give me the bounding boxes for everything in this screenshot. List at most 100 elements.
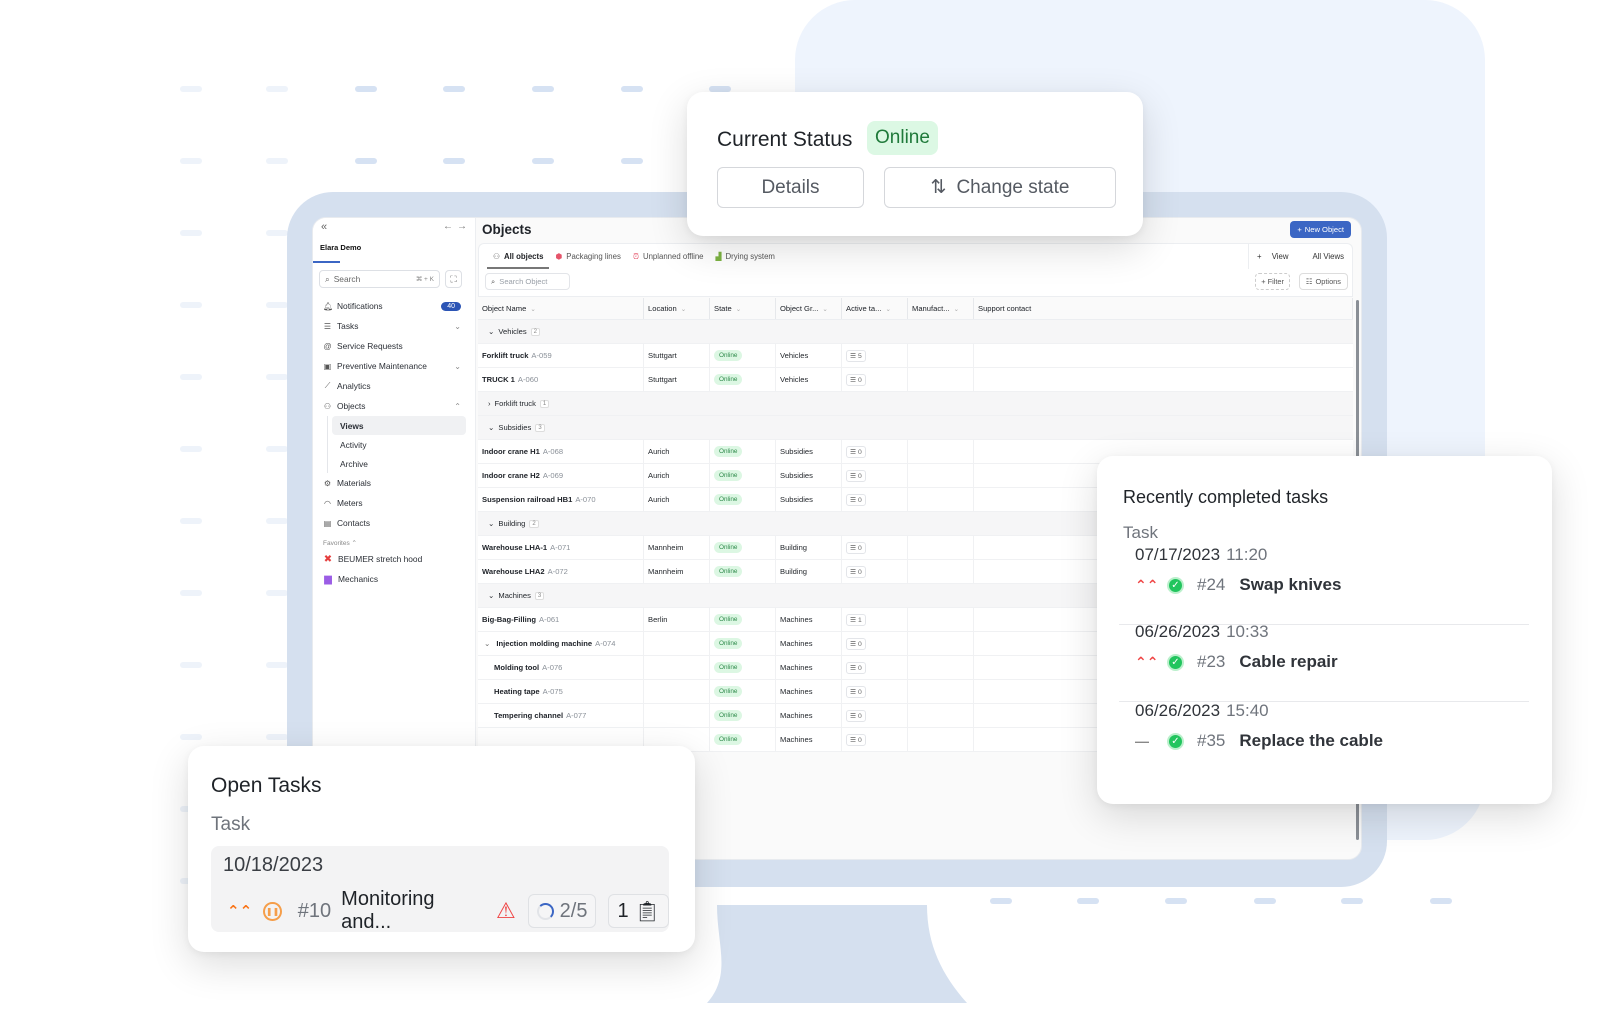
sidebar-item-label: Service Requests — [337, 341, 403, 351]
tab-unplanned-offline[interactable]: ⏰︎ Unplanned offline — [627, 244, 710, 269]
cell-state: Online — [710, 488, 776, 511]
group-count: 2 — [529, 519, 539, 528]
checklist-count: 1 📋︎ — [608, 894, 669, 928]
sidebar-subitem-activity[interactable]: Activity — [332, 435, 466, 454]
sidebar-item-materials[interactable]: ⚙ Materials — [318, 473, 466, 493]
sidebar-subitem-archive[interactable]: Archive — [332, 454, 466, 473]
progress-label: 2/5 — [559, 899, 588, 922]
completed-task-item[interactable]: 07/17/2023 11:20 ⌃⌃ ✓ #24 Swap knives — [1123, 545, 1523, 624]
cell-object-name: Tempering channel A-077 — [478, 704, 644, 727]
tab-drying-system[interactable]: ▟ Drying system — [710, 244, 781, 269]
sidebar-item-preventive-maintenance[interactable]: ▣ Preventive Maintenance ⌄ — [318, 356, 466, 376]
cell-location: Stuttgart — [644, 368, 710, 391]
workspace-name[interactable]: Elara Demo — [320, 243, 361, 252]
priority-medium-icon: ⌃⌃ — [227, 903, 253, 920]
sidebar-item-label: Meters — [337, 498, 363, 508]
details-button[interactable]: Details — [717, 167, 864, 208]
objects-submenu: Views Activity Archive — [327, 416, 466, 473]
cell-location — [644, 656, 710, 679]
back-arrow-icon[interactable]: ← — [443, 221, 453, 232]
task-number: #24 — [1197, 575, 1226, 594]
priority-none-icon: — — [1135, 733, 1149, 749]
active-tasks-count: ☰ 0 — [846, 493, 866, 506]
tasks-icon: ☰ — [850, 568, 857, 576]
chevron-down-icon[interactable]: ⌄ — [484, 639, 490, 648]
active-tasks-count: ☰ 5 — [846, 349, 866, 362]
active-tasks-count: ☰ 0 — [846, 637, 866, 650]
new-object-button[interactable]: + New Object — [1290, 221, 1351, 238]
chevron-down-icon[interactable]: ⌄ — [488, 591, 494, 600]
chevron-right-icon[interactable]: › — [488, 399, 491, 408]
chevron-down-icon[interactable]: ⌄ — [488, 423, 494, 432]
favorite-mechanics[interactable]: ▆ Mechanics — [318, 569, 466, 589]
column-header-active-tasks[interactable]: Active ta... ⌄ — [842, 298, 908, 319]
open-task-item[interactable]: 10/18/2023 ⌃⌃ ❚❚ #10 Monitoring and... ⚠… — [211, 846, 669, 933]
decor-dash — [1077, 898, 1099, 904]
state-badge: Online — [714, 542, 743, 553]
object-search-input[interactable]: ⌕ Search Object — [485, 273, 570, 290]
column-header-support-contact[interactable]: Support contact — [974, 298, 1353, 319]
scan-button[interactable]: ⛶ — [445, 270, 462, 288]
cell-object-name: Warehouse LHA2 A-072 — [478, 560, 644, 583]
favorite-beumer-stretch-hood[interactable]: ✖ BEUMER stretch hood — [318, 549, 466, 569]
group-row[interactable]: › Forklift truck 1 — [478, 392, 1353, 416]
forward-arrow-icon[interactable]: → — [457, 221, 467, 232]
column-header-location[interactable]: Location ⌄ — [644, 298, 710, 319]
collapse-sidebar-icon[interactable]: « — [321, 221, 327, 233]
page-title: Objects — [482, 222, 532, 237]
options-button[interactable]: ☷ Options — [1298, 273, 1348, 290]
table-header: Object Name ⌄ Location ⌄ State ⌄ Object Gr.… — [478, 298, 1353, 320]
sidebar-item-meters[interactable]: ◠ Meters — [318, 493, 466, 513]
table-row[interactable]: Forklift truck A-059 Stuttgart Online Vehicl… — [478, 344, 1353, 368]
clipboard-icon: 📋︎ — [634, 900, 660, 923]
sidebar-item-tasks[interactable]: ☰ Tasks ⌄ — [318, 316, 466, 336]
cell-active-tasks: ☰ 0 — [842, 680, 908, 703]
all-views-button[interactable]: All Views — [1305, 252, 1353, 261]
add-view-button[interactable]: + View — [1249, 252, 1305, 261]
tasks-icon: ☰ — [323, 321, 332, 331]
state-badge: Online — [714, 662, 743, 673]
chevron-down-icon[interactable]: ⌄ — [488, 519, 494, 528]
sidebar-search[interactable]: ⌕ Search ⌘ + K — [319, 270, 440, 288]
decor-dash — [532, 158, 554, 164]
sidebar-item-notifications[interactable]: 🔔︎ Notifications 40 — [318, 296, 466, 316]
chevron-down-icon[interactable]: ⌄ — [454, 362, 461, 371]
completed-task-item[interactable]: 06/26/2023 15:40 — ✓ #35 Replace the cabl… — [1123, 701, 1523, 780]
view-tabs: ⚇ All objects ⬢ Packaging lines ⏰︎ Unpla… — [478, 243, 1353, 269]
chevron-down-icon[interactable]: ⌄ — [454, 322, 461, 331]
sidebar-subitem-views[interactable]: Views — [332, 416, 466, 435]
sidebar-item-objects[interactable]: ⚇ Objects ⌃ — [318, 396, 466, 416]
cell-active-tasks: ☰ 5 — [842, 344, 908, 367]
state-badge: Online — [714, 446, 743, 457]
cell-object-group: Machines — [776, 704, 842, 727]
decor-dash — [443, 158, 465, 164]
scan-icon: ⛶ — [450, 273, 457, 284]
state-badge: Online — [714, 494, 743, 505]
favorites-label[interactable]: Favorites ⌃ — [318, 533, 466, 549]
sidebar-item-analytics[interactable]: ⟋ Analytics — [318, 376, 466, 396]
sidebar-item-service-requests[interactable]: @ Service Requests — [318, 336, 466, 356]
chevron-up-icon[interactable]: ⌃ — [454, 402, 461, 411]
column-header-state[interactable]: State ⌄ — [710, 298, 776, 319]
sidebar-item-contacts[interactable]: ▤ Contacts — [318, 513, 466, 533]
cell-manufacturer — [908, 728, 974, 751]
completed-task-item[interactable]: 06/26/2023 10:33 ⌃⌃ ✓ #23 Cable repair — [1123, 622, 1523, 701]
column-header-manufacturer[interactable]: Manufact... ⌄ — [908, 298, 974, 319]
group-row[interactable]: ⌄ Subsidies 3 — [478, 416, 1353, 440]
sidebar-item-label: Tasks — [337, 321, 359, 331]
warning-icon: ⚠ — [495, 898, 516, 923]
filter-button[interactable]: + Filter — [1255, 273, 1290, 290]
decor-dash — [266, 158, 288, 164]
monitor-stand — [707, 905, 967, 1003]
chevron-down-icon[interactable]: ⌄ — [488, 327, 494, 336]
task-date: 07/17/2023 11:20 — [1135, 545, 1268, 564]
change-state-button[interactable]: ⇅ Change state — [884, 167, 1116, 208]
cell-active-tasks: ☰ 0 — [842, 704, 908, 727]
group-row[interactable]: ⌄ Vehicles 2 — [478, 320, 1353, 344]
tab-packaging-lines[interactable]: ⬢ Packaging lines — [549, 244, 626, 269]
table-row[interactable]: TRUCK 1 A-060 Stuttgart Online Vehicles ☰ 0 — [478, 368, 1353, 392]
column-header-object-group[interactable]: Object Gr... ⌄ — [776, 298, 842, 319]
group-label: Building — [498, 519, 526, 528]
column-header-object-name[interactable]: Object Name ⌄ — [478, 298, 644, 319]
tab-all-objects[interactable]: ⚇ All objects — [487, 244, 550, 269]
